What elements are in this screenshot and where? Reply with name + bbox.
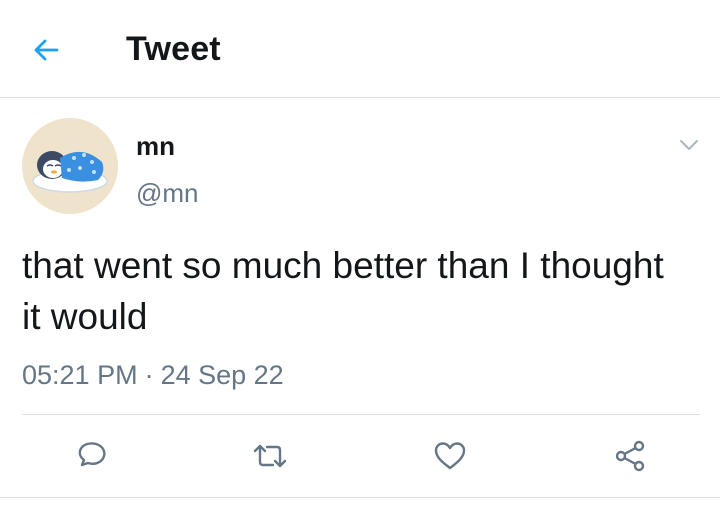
arrow-left-icon	[34, 39, 59, 61]
share-button[interactable]	[604, 430, 656, 482]
avatar[interactable]	[22, 118, 118, 214]
top-bar: Tweet	[0, 0, 720, 98]
heart-icon	[434, 442, 466, 470]
action-bar	[0, 430, 720, 482]
tweet-timestamp[interactable]: 05:21 PM · 24 Sep 22	[22, 360, 284, 391]
reply-button[interactable]	[66, 430, 118, 482]
more-options-button[interactable]	[674, 130, 704, 160]
retweet-icon	[253, 444, 287, 468]
tweet-date: 24 Sep 22	[160, 360, 284, 390]
page-title: Tweet	[126, 30, 221, 68]
share-icon	[615, 440, 645, 472]
penguin-avatar-icon	[32, 151, 108, 193]
back-button[interactable]	[24, 28, 68, 72]
display-name[interactable]: mn	[136, 131, 175, 162]
divider	[22, 414, 700, 415]
like-button[interactable]	[424, 430, 476, 482]
tweet-text: that went so much better than I thought …	[22, 245, 664, 337]
bottom-divider	[0, 497, 720, 498]
reply-icon	[78, 442, 106, 467]
tweet-time: 05:21 PM	[22, 360, 138, 390]
meta-separator: ·	[144, 360, 154, 390]
retweet-button[interactable]	[244, 430, 296, 482]
user-handle[interactable]: @mn	[136, 178, 199, 209]
chevron-down-icon	[680, 140, 698, 150]
